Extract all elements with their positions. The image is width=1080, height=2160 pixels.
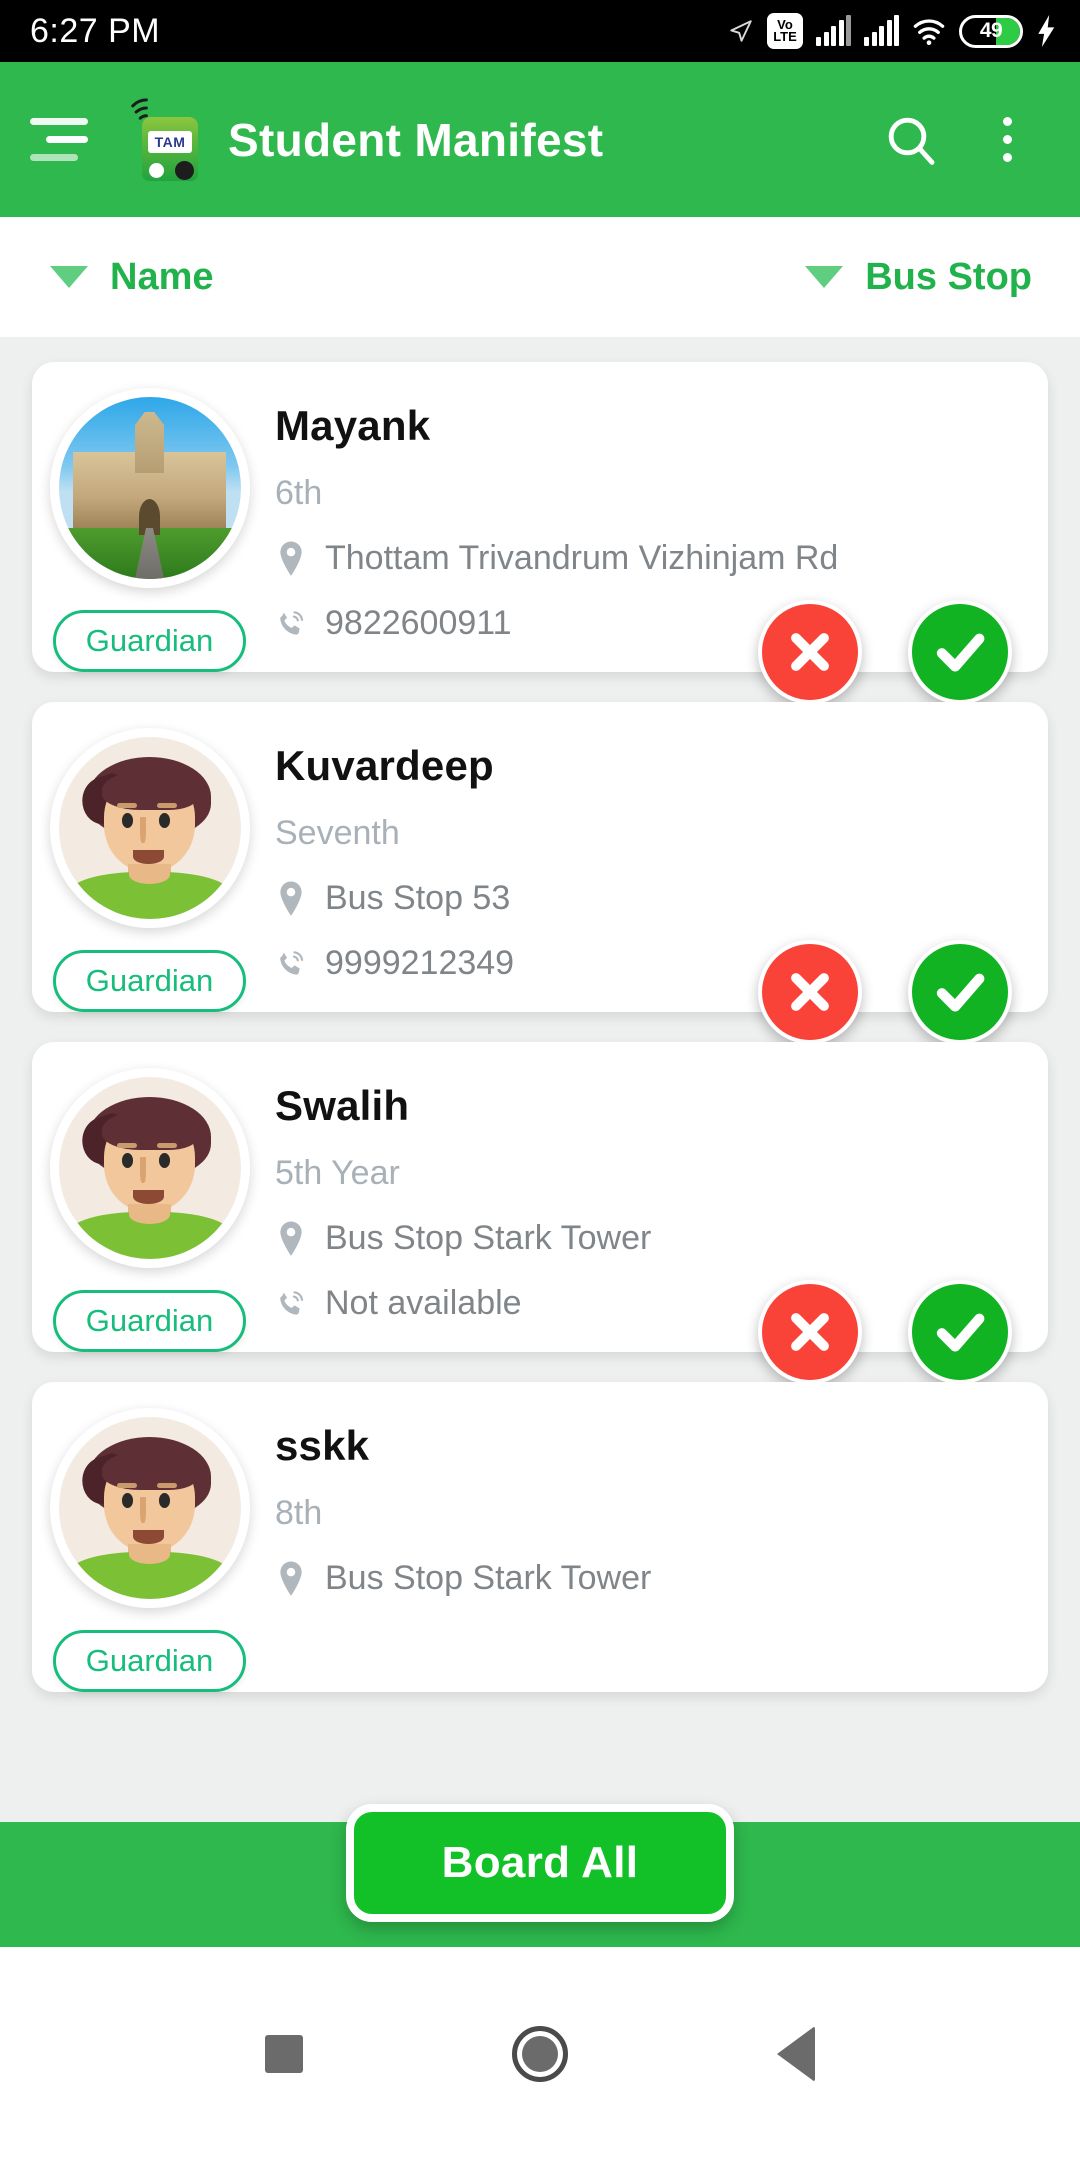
card-actions: [758, 600, 1012, 704]
check-circle-icon[interactable]: [908, 940, 1012, 1044]
app-toolbar: TAM Student Manifest: [0, 62, 1080, 217]
avatar-column: Guardian: [32, 388, 267, 672]
student-grade: 8th: [275, 1494, 323, 1532]
bus-stop-row: Bus Stop Stark Tower: [275, 1219, 1018, 1258]
avatar-column: Guardian: [32, 1408, 267, 1692]
phone-text: 9822600911: [325, 604, 512, 642]
bus-stop-row: Bus Stop Stark Tower: [275, 1559, 1018, 1598]
student-grade: 6th: [275, 474, 323, 512]
phone-text: Not available: [325, 1284, 522, 1322]
recents-square-icon[interactable]: [264, 2034, 303, 2073]
card-actions: [758, 1280, 1012, 1384]
cross-circle-icon[interactable]: [758, 1280, 862, 1384]
back-triangle-icon[interactable]: [777, 2025, 816, 2082]
caret-down-icon: [805, 266, 844, 288]
toolbar-actions: [868, 97, 1050, 183]
student-name: Kuvardeep: [275, 742, 494, 789]
location-arrow-icon: [728, 16, 754, 46]
student-card[interactable]: Guardian Mayank 6th Thottam Trivandrum V…: [32, 362, 1048, 704]
more-vertical-icon[interactable]: [964, 97, 1050, 183]
avatar[interactable]: [49, 1408, 250, 1608]
student-grade: Seventh: [275, 814, 400, 852]
sort-bar: Name Bus Stop: [0, 217, 1080, 337]
app-root: 6:27 PM Vo LTE 49 TAM Student Manifest N…: [0, 0, 1080, 2160]
avatar-column: Guardian: [32, 728, 267, 1012]
student-card[interactable]: Guardian sskk 8th Bus Stop Stark Tower: [32, 1382, 1048, 1692]
battery-percent: 49: [979, 19, 1003, 42]
logo-text: TAM: [148, 130, 192, 153]
avatar-column: Guardian: [32, 1068, 267, 1352]
location-pin-icon: [275, 880, 307, 918]
sort-by-name[interactable]: Name: [50, 256, 214, 299]
bus-app-logo-icon: TAM: [120, 95, 198, 185]
avatar[interactable]: [49, 728, 250, 928]
student-grade: 5th Year: [275, 1154, 400, 1192]
charging-bolt-icon: [1036, 15, 1058, 47]
signal-bars-icon-2: [864, 15, 899, 46]
search-icon[interactable]: [868, 97, 954, 183]
wifi-icon: [912, 16, 946, 46]
hamburger-menu-icon[interactable]: [30, 112, 92, 168]
cross-circle-icon[interactable]: [758, 600, 862, 704]
sort-by-bus-stop[interactable]: Bus Stop: [805, 256, 1032, 299]
sort-name-label: Name: [110, 255, 214, 298]
bus-stop-text: Bus Stop Stark Tower: [325, 1219, 652, 1257]
bottom-action-bar: Board All: [0, 1804, 1080, 1947]
student-list[interactable]: Guardian Mayank 6th Thottam Trivandrum V…: [0, 337, 1080, 1947]
bus-stop-text: Bus Stop 53: [325, 879, 511, 917]
location-pin-icon: [275, 1220, 307, 1258]
avatar[interactable]: [49, 1068, 250, 1268]
signal-bars-icon-1: [816, 15, 851, 46]
status-bar: 6:27 PM Vo LTE 49: [0, 0, 1080, 62]
guardian-badge[interactable]: Guardian: [52, 1630, 247, 1692]
bus-stop-row: Bus Stop 53: [275, 879, 1018, 918]
guardian-badge[interactable]: Guardian: [52, 950, 247, 1012]
board-all-button[interactable]: Board All: [345, 1804, 735, 1922]
volte-bottom-label: LTE: [773, 29, 797, 44]
page-title: Student Manifest: [228, 113, 604, 166]
avatar[interactable]: [49, 388, 250, 588]
status-icons: Vo LTE 49: [728, 13, 1058, 49]
card-actions: [758, 940, 1012, 1044]
student-name: Swalih: [275, 1082, 410, 1129]
guardian-badge[interactable]: Guardian: [52, 1290, 247, 1352]
check-circle-icon[interactable]: [908, 1280, 1012, 1384]
volte-icon: Vo LTE: [767, 13, 803, 49]
student-card[interactable]: Guardian Kuvardeep Seventh Bus Stop 53 9…: [32, 702, 1048, 1044]
bus-stop-text: Bus Stop Stark Tower: [325, 1559, 652, 1597]
cross-circle-icon[interactable]: [758, 940, 862, 1044]
phone-call-icon: [275, 1285, 307, 1323]
home-circle-icon[interactable]: [511, 2025, 568, 2082]
phone-call-icon: [275, 605, 307, 643]
location-pin-icon: [275, 1560, 307, 1598]
phone-call-icon: [275, 945, 307, 983]
student-name: sskk: [275, 1422, 370, 1469]
battery-icon: 49: [959, 14, 1023, 48]
caret-down-icon: [50, 266, 88, 288]
phone-text: 9999212349: [325, 944, 515, 982]
bus-stop-text: Thottam Trivandrum Vizhinjam Rd: [325, 539, 839, 577]
guardian-badge[interactable]: Guardian: [52, 610, 247, 672]
bus-stop-row: Thottam Trivandrum Vizhinjam Rd: [275, 539, 1018, 578]
sort-busstop-label: Bus Stop: [865, 255, 1032, 298]
student-card[interactable]: Guardian Swalih 5th Year Bus Stop Stark …: [32, 1042, 1048, 1384]
student-info: sskk 8th Bus Stop Stark Tower: [267, 1408, 1048, 1692]
student-name: Mayank: [275, 402, 431, 449]
check-circle-icon[interactable]: [908, 600, 1012, 704]
android-nav-bar: [0, 1947, 1080, 2160]
location-pin-icon: [275, 540, 307, 578]
status-time: 6:27 PM: [30, 11, 161, 50]
